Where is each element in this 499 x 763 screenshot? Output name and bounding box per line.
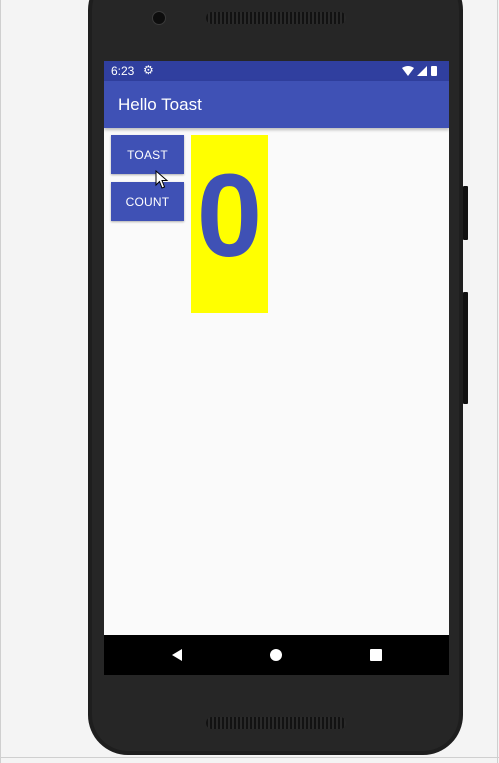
status-icons	[402, 66, 437, 76]
home-circle-icon[interactable]	[270, 649, 282, 661]
app-title: Hello Toast	[118, 95, 202, 114]
device-screen: 6:23 ⚙ Hello Toast TOAST COUNT 0	[104, 61, 449, 675]
status-time: 6:23	[111, 64, 135, 78]
volume-rocker[interactable]	[463, 292, 468, 404]
window-border-right	[497, 0, 498, 763]
power-button[interactable]	[463, 186, 468, 240]
recents-square-icon[interactable]	[370, 649, 382, 661]
status-bar: 6:23 ⚙	[104, 61, 449, 81]
bottom-speaker-grille	[206, 717, 346, 729]
window-border-bottom	[0, 757, 499, 758]
wifi-icon	[402, 66, 414, 76]
top-speaker-grille	[206, 12, 346, 24]
battery-icon	[431, 66, 437, 76]
navigation-bar	[104, 635, 449, 675]
count-button[interactable]: COUNT	[111, 182, 184, 221]
gear-icon: ⚙	[143, 63, 154, 77]
counter-value: 0	[196, 150, 263, 282]
back-triangle-icon[interactable]	[170, 648, 184, 662]
toast-button[interactable]: TOAST	[111, 135, 184, 174]
signal-icon	[417, 66, 427, 76]
window-border-left	[0, 0, 1, 763]
app-bar: Hello Toast	[104, 81, 449, 128]
front-camera	[152, 11, 166, 25]
mouse-cursor-icon	[155, 170, 169, 189]
counter-display: 0	[191, 135, 268, 313]
